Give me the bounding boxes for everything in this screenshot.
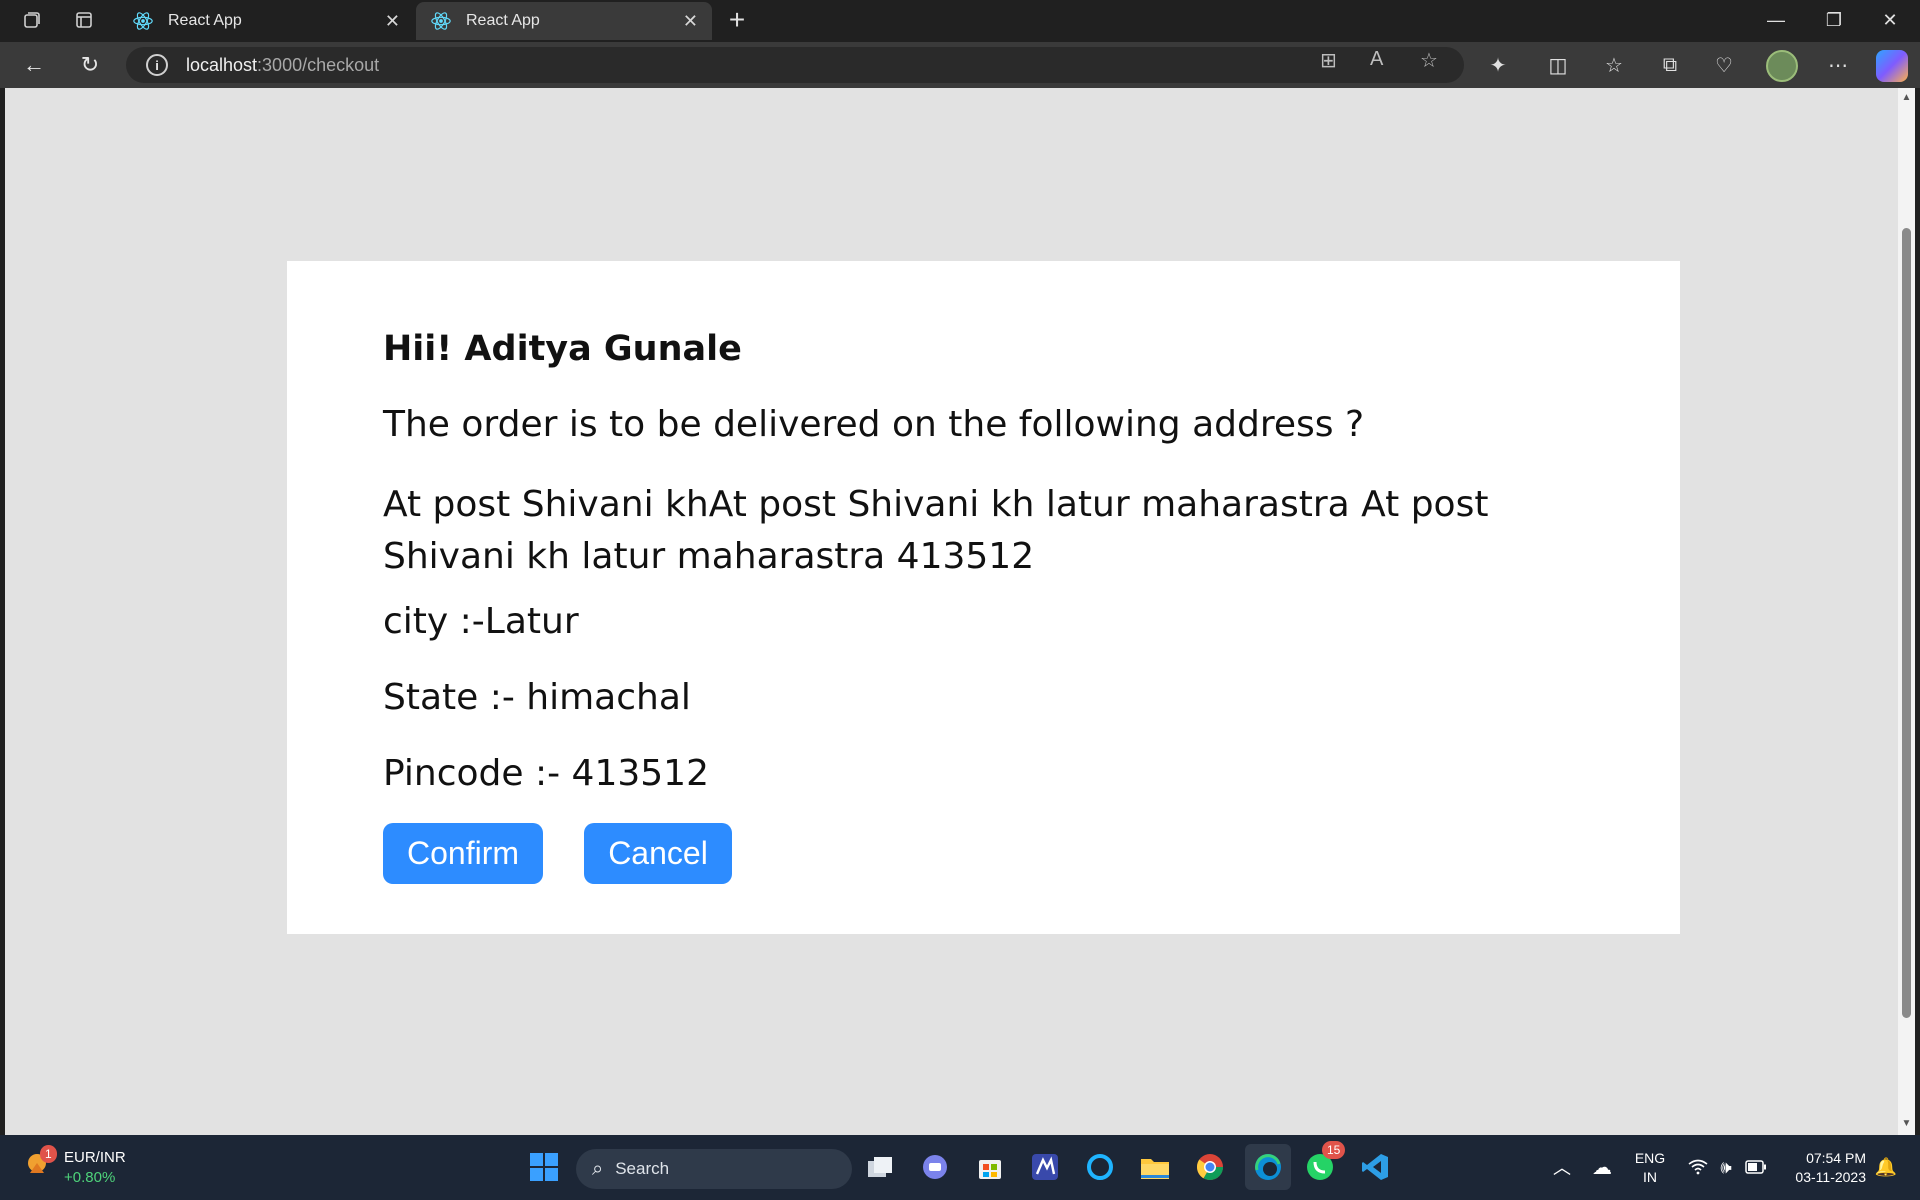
- read-aloud-icon[interactable]: A: [1370, 48, 1383, 71]
- onedrive-icon[interactable]: ☁: [1582, 1147, 1622, 1187]
- split-screen-icon[interactable]: ◫: [1540, 48, 1576, 82]
- page-scrollbar[interactable]: ▲ ▼: [1898, 88, 1915, 1135]
- profile-avatar[interactable]: [1766, 50, 1798, 82]
- favorite-star-icon[interactable]: ☆: [1420, 48, 1438, 73]
- whatsapp-badge: 15: [1322, 1141, 1346, 1159]
- browser-toolbar: ← ↻ i localhost:3000/checkout ⊞ A ☆ ✦ ◫ …: [0, 42, 1920, 88]
- microsoft-store-icon[interactable]: [970, 1147, 1010, 1187]
- collections-icon[interactable]: ⧉: [1652, 48, 1688, 82]
- browser-essentials-icon[interactable]: ♡: [1706, 48, 1742, 82]
- search-icon: ⌕: [592, 1157, 604, 1180]
- extensions-icon[interactable]: ✦: [1480, 48, 1516, 82]
- ticker-symbol: EUR/INR: [64, 1149, 126, 1166]
- language-indicator[interactable]: ENG IN: [1630, 1149, 1670, 1187]
- apps-icon[interactable]: ⊞: [1320, 48, 1337, 73]
- scroll-up-icon[interactable]: ▲: [1900, 92, 1913, 103]
- tab-title: React App: [466, 12, 540, 29]
- edge-icon[interactable]: [1245, 1144, 1291, 1190]
- tab-react-app-1[interactable]: React App ✕: [118, 2, 414, 40]
- notification-bell-icon[interactable]: 🔔: [1866, 1147, 1906, 1187]
- cancel-button[interactable]: Cancel: [584, 823, 732, 884]
- city-line: city :-Latur: [383, 601, 579, 642]
- minimize-icon[interactable]: —: [1748, 0, 1804, 40]
- copilot-icon[interactable]: [1876, 50, 1908, 82]
- widget-badge: 1: [40, 1145, 57, 1163]
- pincode-line: Pincode :- 413512: [383, 753, 709, 794]
- close-tab-icon[interactable]: ✕: [683, 11, 698, 32]
- react-icon: [431, 12, 451, 30]
- refresh-icon[interactable]: ↻: [72, 48, 108, 82]
- restore-icon[interactable]: ❐: [1806, 0, 1862, 40]
- taskbar-search[interactable]: ⌕ Search: [576, 1149, 852, 1189]
- vscode-icon[interactable]: [1355, 1147, 1395, 1187]
- chrome-icon[interactable]: [1190, 1147, 1230, 1187]
- ticker-change: +0.80%: [64, 1169, 116, 1186]
- delivery-address: At post Shivani khAt post Shivani kh lat…: [383, 484, 1489, 577]
- windows-start-icon[interactable]: [524, 1147, 564, 1187]
- stock-widget[interactable]: 1 EUR/INR +0.80%: [24, 1145, 126, 1186]
- file-explorer-icon[interactable]: [1135, 1147, 1175, 1187]
- page-viewport: Hii! Aditya Gunale The order is to be de…: [5, 88, 1898, 1135]
- tab-actions-icon[interactable]: [64, 0, 104, 40]
- scroll-down-icon[interactable]: ▼: [1900, 1118, 1913, 1129]
- scroll-thumb[interactable]: [1902, 228, 1911, 1018]
- more-options-icon[interactable]: ⋯: [1820, 48, 1856, 82]
- clock-date: 03-11-2023: [1795, 1169, 1866, 1185]
- search-placeholder: Search: [615, 1159, 670, 1178]
- window-edge: [1915, 88, 1920, 1135]
- tab-react-app-2[interactable]: React App ✕: [416, 2, 712, 40]
- clock[interactable]: 07:54 PM 03-11-2023: [1782, 1149, 1866, 1187]
- show-hidden-icons-icon[interactable]: ︿: [1542, 1147, 1582, 1187]
- region-code: IN: [1643, 1169, 1657, 1185]
- teams-chat-icon[interactable]: [915, 1147, 955, 1187]
- url-path: :3000/checkout: [257, 54, 380, 75]
- react-icon: [133, 12, 153, 30]
- site-info-icon[interactable]: i: [146, 54, 168, 76]
- browser-titlebar: React App ✕ React App ✕ + — ❐ ✕: [0, 0, 1920, 42]
- close-window-icon[interactable]: ✕: [1862, 0, 1918, 40]
- whatsapp-icon[interactable]: 15: [1300, 1141, 1346, 1187]
- state-line: State :- himachal: [383, 677, 691, 718]
- app-icon[interactable]: [1025, 1147, 1065, 1187]
- close-tab-icon[interactable]: ✕: [385, 11, 400, 32]
- tab-title: React App: [168, 12, 242, 29]
- delivery-question: The order is to be delivered on the foll…: [383, 404, 1365, 445]
- language-code: ENG: [1634, 1150, 1666, 1166]
- checkout-confirm-card: Hii! Aditya Gunale The order is to be de…: [287, 261, 1680, 934]
- clock-time: 07:54 PM: [1806, 1150, 1866, 1166]
- confirm-button[interactable]: Confirm: [383, 823, 543, 884]
- windows-taskbar: 1 EUR/INR +0.80% ⌕ Search 15 ︿ ☁ ENG IN …: [0, 1135, 1920, 1200]
- workspaces-icon[interactable]: [12, 0, 52, 40]
- new-tab-icon[interactable]: +: [720, 4, 754, 36]
- cortana-icon[interactable]: [1080, 1147, 1120, 1187]
- back-icon[interactable]: ←: [16, 48, 52, 82]
- task-view-icon[interactable]: [860, 1147, 900, 1187]
- greeting-heading: Hii! Aditya Gunale: [383, 329, 742, 369]
- battery-icon[interactable]: [1736, 1147, 1776, 1187]
- address-bar[interactable]: i localhost:3000/checkout: [126, 47, 1464, 83]
- url-host: localhost: [186, 54, 258, 75]
- favorites-icon[interactable]: ☆: [1596, 48, 1632, 82]
